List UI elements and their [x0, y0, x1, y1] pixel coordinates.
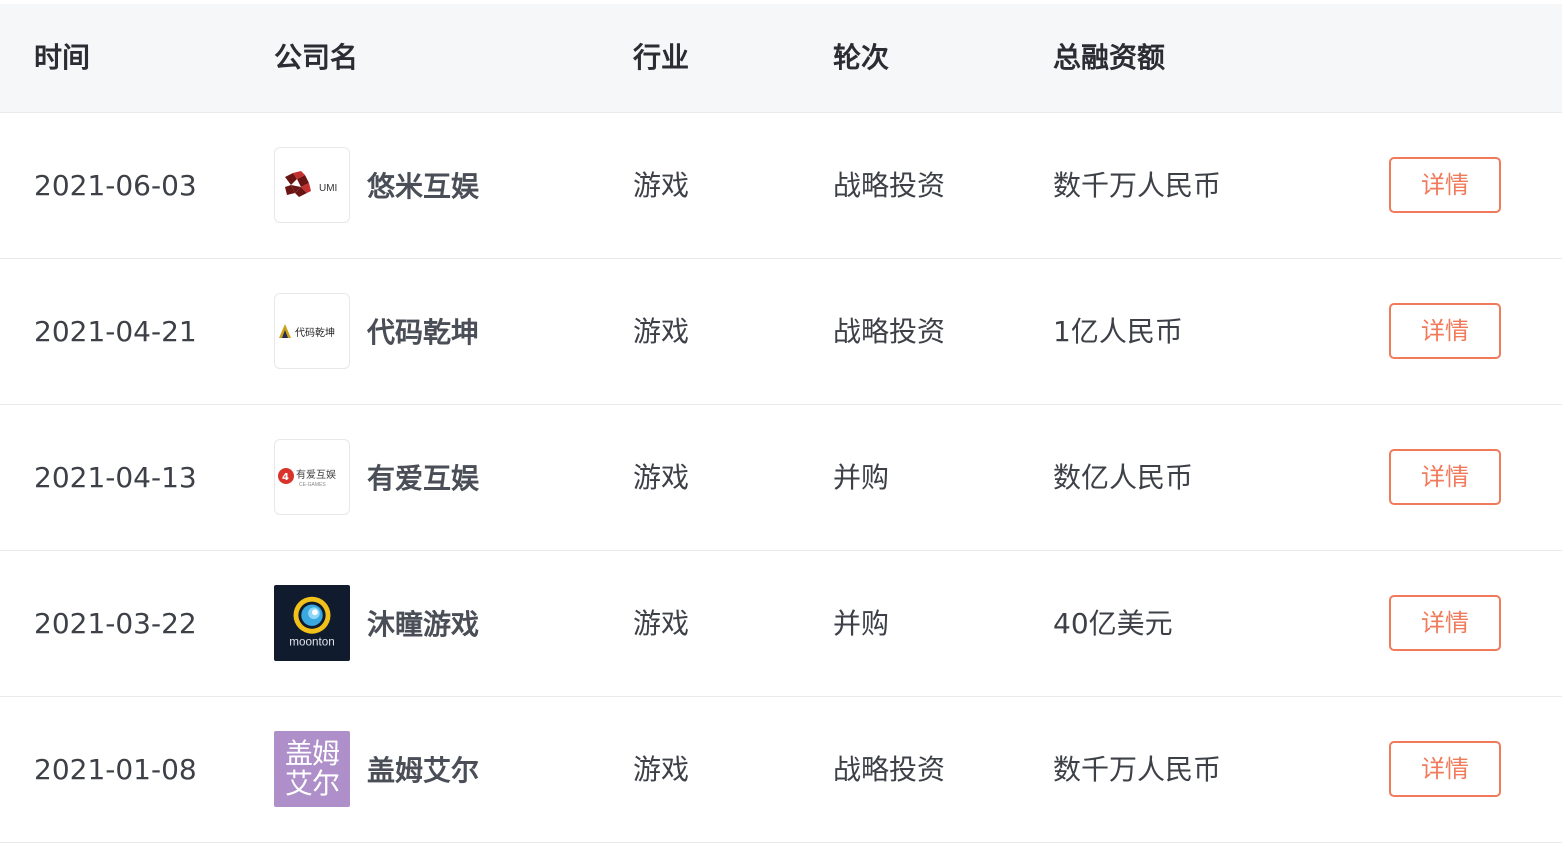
row-amount: 40亿美元	[1053, 607, 1173, 640]
detail-button[interactable]: 详情	[1389, 595, 1501, 651]
row-date: 2021-01-08	[34, 753, 197, 786]
row-industry: 游戏	[633, 607, 690, 640]
company-name[interactable]: 有爱互娱	[367, 457, 479, 497]
table-row: 2021-04-13 4 有爱互娱 CE-GAMES 有爱互娱 游戏 并购 数亿…	[0, 405, 1562, 551]
row-industry: 游戏	[633, 315, 690, 348]
row-date: 2021-04-21	[34, 315, 197, 348]
company-name[interactable]: 沐瞳游戏	[367, 603, 479, 643]
row-date: 2021-04-13	[34, 461, 197, 494]
gaimu-aier-logo-icon[interactable]: 盖姆 艾尔	[274, 731, 350, 807]
row-industry: 游戏	[633, 461, 690, 494]
row-date: 2021-06-03	[34, 169, 197, 202]
row-industry: 游戏	[633, 169, 690, 202]
svg-text:UMI: UMI	[319, 183, 337, 194]
table-row: 2021-03-22 moonton 沐瞳游戏 游戏 并购 40亿美元 详情	[0, 551, 1562, 697]
header-time: 时间	[34, 41, 91, 74]
company-cell[interactable]: UMI 悠米互娱	[274, 145, 479, 225]
svg-text:有爱互娱: 有爱互娱	[296, 468, 336, 481]
table-row: 2021-04-21 代码乾坤 代码乾坤 游戏 战略投资 1亿人民币 详情	[0, 259, 1562, 405]
daima-qiankun-logo-icon[interactable]: 代码乾坤	[274, 293, 350, 369]
row-industry: 游戏	[633, 753, 690, 786]
youai-logo-icon[interactable]: 4 有爱互娱 CE-GAMES	[274, 439, 350, 515]
row-round: 并购	[833, 607, 890, 640]
company-name[interactable]: 代码乾坤	[367, 311, 479, 351]
detail-button[interactable]: 详情	[1389, 303, 1501, 359]
svg-text:4: 4	[282, 472, 289, 483]
table-header: 时间 公司名 行业 轮次 总融资额	[0, 4, 1562, 113]
company-name[interactable]: 悠米互娱	[367, 165, 479, 205]
investment-table: 时间 公司名 行业 轮次 总融资额 2021-06-03 UMI 悠米互娱 游戏…	[0, 4, 1562, 843]
company-cell[interactable]: 盖姆 艾尔 盖姆艾尔	[274, 729, 479, 809]
umi-logo-icon[interactable]: UMI	[274, 147, 350, 223]
svg-text:CE-GAMES: CE-GAMES	[299, 482, 326, 488]
svg-text:moonton: moonton	[289, 635, 334, 648]
company-cell[interactable]: 代码乾坤 代码乾坤	[274, 291, 479, 371]
detail-button[interactable]: 详情	[1389, 741, 1501, 797]
moonton-logo-icon[interactable]: moonton	[274, 585, 350, 661]
row-amount: 1亿人民币	[1053, 315, 1183, 348]
detail-button[interactable]: 详情	[1389, 157, 1501, 213]
row-amount: 数亿人民币	[1053, 461, 1194, 494]
company-cell[interactable]: 4 有爱互娱 CE-GAMES 有爱互娱	[274, 437, 479, 517]
row-amount: 数千万人民币	[1053, 753, 1222, 786]
row-round: 战略投资	[833, 169, 946, 202]
row-date: 2021-03-22	[34, 607, 197, 640]
row-round: 战略投资	[833, 753, 946, 786]
company-cell[interactable]: moonton 沐瞳游戏	[274, 583, 479, 663]
header-industry: 行业	[633, 41, 690, 74]
company-name[interactable]: 盖姆艾尔	[367, 749, 479, 789]
header-company: 公司名	[274, 41, 359, 74]
table-row: 2021-06-03 UMI 悠米互娱 游戏 战略投资 数千万人民币 详情	[0, 113, 1562, 259]
row-round: 并购	[833, 461, 890, 494]
header-round: 轮次	[833, 41, 890, 74]
table-row: 2021-01-08 盖姆 艾尔 盖姆艾尔 游戏 战略投资 数千万人民币 详情	[0, 697, 1562, 843]
header-amount: 总融资额	[1053, 41, 1166, 74]
detail-button[interactable]: 详情	[1389, 449, 1501, 505]
svg-text:代码乾坤: 代码乾坤	[295, 326, 335, 339]
row-amount: 数千万人民币	[1053, 169, 1222, 202]
row-round: 战略投资	[833, 315, 946, 348]
